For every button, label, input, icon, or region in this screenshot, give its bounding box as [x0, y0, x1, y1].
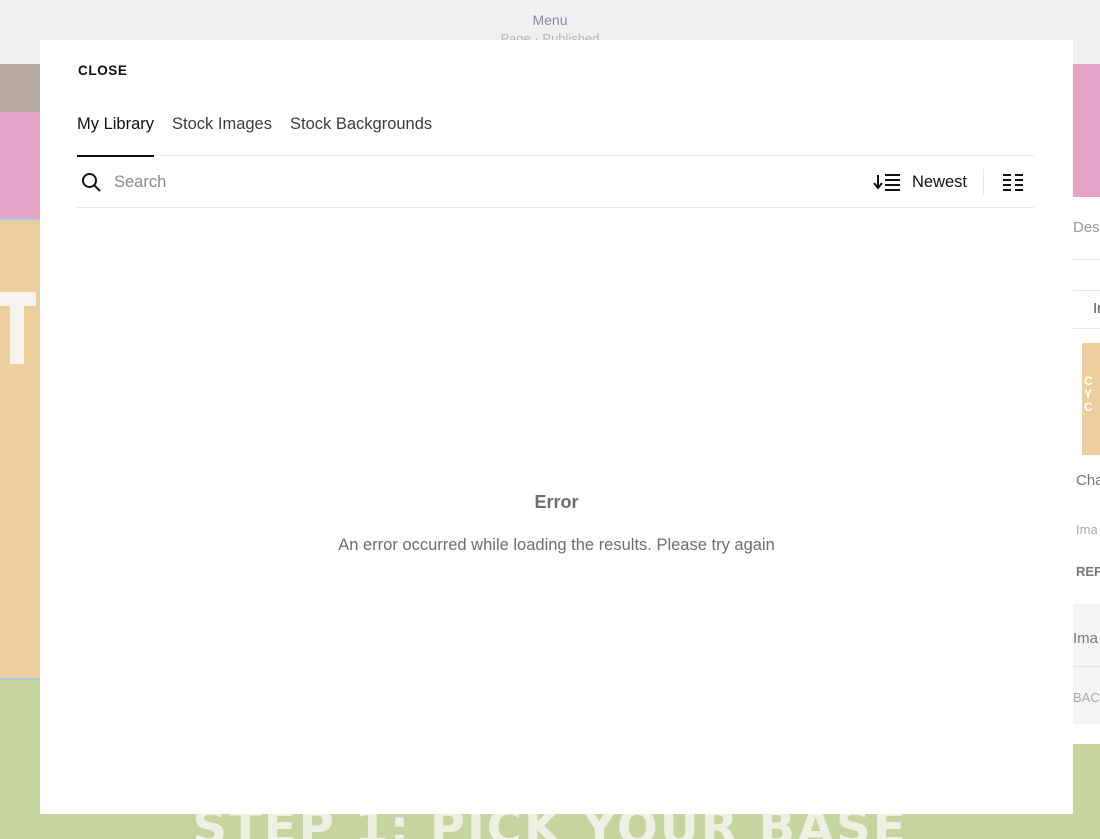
thumb-letter: C: [1084, 400, 1093, 414]
side-panel-divider: [1073, 259, 1100, 260]
side-panel-divider: [1073, 666, 1100, 667]
sort-label: Newest: [912, 172, 968, 191]
editor-side-panel: Des In C Y C Cha Ima REF Ima BAC: [1073, 64, 1100, 744]
side-panel-divider: [1073, 290, 1100, 291]
sort-descending-icon: [873, 174, 900, 191]
side-panel-item-ref[interactable]: REF: [1076, 564, 1100, 579]
search-toolbar: Newest: [77, 156, 1034, 208]
side-panel-item-image-2[interactable]: Ima: [1073, 630, 1098, 647]
side-panel-pink-block: [1073, 64, 1100, 197]
side-panel-item-image: Ima: [1076, 522, 1098, 537]
list-view-icon[interactable]: [1002, 172, 1024, 192]
editor-menu-title[interactable]: Menu: [0, 12, 1100, 28]
side-panel-gray-band: Ima BAC: [1073, 604, 1100, 724]
background-photo-strip: [0, 64, 40, 112]
tab-my-library[interactable]: My Library: [77, 115, 155, 157]
side-panel-item-in[interactable]: In: [1093, 300, 1100, 317]
side-panel-item-background: BAC: [1073, 690, 1100, 705]
error-state: Error An error occurred while loading th…: [40, 492, 1073, 555]
error-message: An error occurred while loading the resu…: [338, 536, 775, 554]
library-tabs: My Library Stock Images Stock Background…: [77, 115, 1034, 157]
sort-dropdown[interactable]: Newest: [873, 169, 967, 195]
toolbar-divider: [983, 169, 984, 195]
side-panel-item-design[interactable]: Des: [1073, 219, 1100, 236]
close-button[interactable]: CLOSE: [78, 63, 128, 78]
tab-stock-images[interactable]: Stock Images: [172, 115, 272, 156]
background-pink-section: [0, 112, 40, 218]
side-panel-divider: [1073, 328, 1100, 329]
tab-stock-backgrounds[interactable]: Stock Backgrounds: [290, 115, 432, 156]
image-library-modal: CLOSE My Library Stock Images Stock Back…: [40, 40, 1073, 814]
error-title: Error: [534, 492, 579, 512]
side-panel-thumbnail[interactable]: C Y C: [1082, 343, 1100, 455]
background-yellow-section: [0, 218, 40, 680]
search-icon[interactable]: [81, 172, 101, 192]
side-panel-item-change[interactable]: Cha: [1076, 472, 1100, 489]
background-letter-shape: [0, 292, 36, 364]
search-input[interactable]: [114, 169, 714, 195]
